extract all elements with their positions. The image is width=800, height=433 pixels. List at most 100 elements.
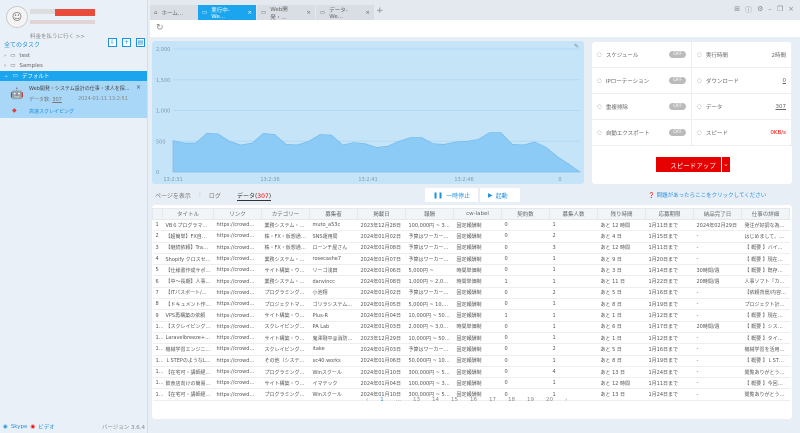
- column-header[interactable]: cw-label: [453, 208, 502, 220]
- task-item[interactable]: 🤖 Web開発・システム設計の仕事・求人を探... × データ数: 307 20…: [0, 81, 147, 118]
- pause-icon: ❚❚: [433, 191, 444, 199]
- toggle-switch[interactable]: OFF: [669, 77, 686, 84]
- table-row[interactable]: 13 ＬSTEPのようなL... https://crowdwork... その他（シ…: [152, 355, 790, 367]
- speed-up-button[interactable]: スピードアップ ⌄: [656, 157, 730, 172]
- close-icon[interactable]: ×: [365, 10, 370, 16]
- folder-test[interactable]: › ▭ test: [0, 51, 147, 61]
- column-header[interactable]: 応募期限: [645, 208, 694, 220]
- stat-5: ◌ データ 307: [692, 94, 792, 120]
- tab-task[interactable]: ▭ Web開発・... ×: [257, 5, 315, 21]
- video-icon[interactable]: ◉: [30, 424, 35, 430]
- tab-data[interactable]: ▭ データ-We... ×: [316, 5, 374, 20]
- table-row[interactable]: 4 Shopify クロスセ... https://crowdwork... 業務シス…: [152, 253, 790, 266]
- table-cell: 2024年01月06日: [357, 264, 406, 277]
- data-point: [353, 142, 355, 143]
- folder-default[interactable]: ⌄ ▭ デフォルト: [0, 71, 147, 81]
- table-cell: 【継続依頼】Trad...: [162, 242, 214, 254]
- minimize-icon[interactable]: –: [768, 5, 772, 15]
- table-cell: https://crowdwork...: [213, 287, 262, 300]
- table-row[interactable]: 11 Laravelbreeze+pa... https://crowdwork..…: [152, 332, 790, 345]
- page-1[interactable]: 1: [380, 397, 384, 403]
- tab-log[interactable]: ログ: [209, 191, 221, 201]
- table-cell: -: [693, 242, 742, 254]
- table-row[interactable]: 9 VPS再構築の依頼 https://crowdwork... サイト構築・ウェ..…: [152, 309, 790, 322]
- gift-icon[interactable]: ⊞: [734, 5, 740, 15]
- page-20[interactable]: 20: [546, 397, 553, 403]
- column-header[interactable]: 残り時間: [597, 208, 646, 220]
- avatar[interactable]: ☺: [6, 6, 28, 28]
- data-count[interactable]: 307: [52, 97, 62, 103]
- table-row[interactable]: 5 【仕様書作成サポ... https://crowdwork... サイト構築・ウェ…: [152, 264, 790, 277]
- table-cell: 【ドキュメント作...: [162, 298, 214, 311]
- chevron-down-icon[interactable]: ⌄: [721, 157, 730, 172]
- column-header[interactable]: 納品完了日: [693, 208, 742, 220]
- stat-value[interactable]: 0: [783, 78, 787, 84]
- column-header[interactable]: リンク: [213, 208, 262, 220]
- help-icon[interactable]: ⓘ: [745, 5, 752, 15]
- table-cell: 業務システム・ソ...: [261, 219, 310, 232]
- table-row[interactable]: 7 【ITパスポート/... https://crowdwork... プログラミング…: [152, 287, 790, 300]
- table-cell: 2024年01月05日: [357, 298, 406, 311]
- page-13[interactable]: 13: [413, 397, 420, 403]
- page-17[interactable]: 17: [489, 397, 496, 403]
- table-row[interactable]: 6 【中～長期】人事... https://crowdwork... 業務システム・ソ…: [152, 275, 790, 288]
- start-button[interactable]: ▶ 起動: [480, 188, 520, 202]
- folder-settings-icon[interactable]: ▤: [136, 38, 145, 47]
- toggle-switch[interactable]: OFF: [669, 51, 686, 58]
- column-header[interactable]: [152, 208, 163, 220]
- pay-link[interactable]: 料金を払うに行く >>: [30, 32, 85, 40]
- all-tasks-heading[interactable]: 全てのタスク: [4, 40, 40, 49]
- table-row[interactable]: 10 【スクレイピング... https://crowdwork... スクレイピング…: [152, 321, 790, 333]
- table-row[interactable]: 12 機械学習エンジニ... https://crowdwork... スクレイピング…: [152, 343, 790, 356]
- skype-link[interactable]: Skype: [11, 424, 28, 430]
- toggle-switch[interactable]: OFF: [669, 103, 686, 110]
- close-icon[interactable]: ×: [306, 10, 311, 16]
- tab-running[interactable]: ▭ 実行中-We... ×: [198, 5, 256, 20]
- column-header[interactable]: カテゴリー: [261, 208, 310, 220]
- restore-icon[interactable]: ❐: [777, 5, 783, 15]
- help-link[interactable]: ❓ 問題があったらここをクリックしてください: [648, 191, 766, 199]
- column-header[interactable]: 募集人数: [549, 208, 598, 220]
- refresh-icon[interactable]: ↻: [156, 23, 164, 33]
- page-14[interactable]: 14: [432, 397, 439, 403]
- tab-data-view[interactable]: データ(307): [236, 191, 272, 201]
- pause-button[interactable]: ❚❚ 一時停止: [425, 188, 479, 202]
- page-18[interactable]: 18: [508, 397, 515, 403]
- page-...[interactable]: ...: [396, 397, 401, 403]
- skype-icon[interactable]: ◉: [3, 424, 8, 430]
- table-row[interactable]: 8 【ドキュメント作... https://crowdwork... プロジェクトマネ…: [152, 298, 790, 311]
- close-window-icon[interactable]: ×: [788, 5, 794, 15]
- new-tab-button[interactable]: +: [376, 6, 384, 16]
- stat-value[interactable]: 307: [776, 104, 787, 110]
- column-header[interactable]: 掲載日: [357, 208, 406, 220]
- table-row[interactable]: 15 飲食店向けの簡易... https://crowdwork... サイト構築・ウ…: [152, 377, 790, 390]
- import-icon[interactable]: ⇩: [108, 38, 117, 47]
- table-row[interactable]: 14 【在宅可・講師経... https://crowdwork... プログラミング…: [152, 366, 790, 379]
- next-page-button[interactable]: ›: [565, 397, 567, 403]
- new-task-icon[interactable]: +: [122, 38, 131, 47]
- column-header[interactable]: 報酬: [405, 208, 454, 220]
- column-header[interactable]: 契約数: [501, 208, 550, 220]
- column-header[interactable]: 仕事の詳細: [741, 208, 790, 220]
- table-row[interactable]: 1 VB６プログラマ募... https://crowdwork... 業務システム・…: [152, 219, 790, 232]
- table-cell: 【ITパスポート/...: [162, 287, 214, 300]
- data-point: [195, 142, 196, 144]
- close-icon[interactable]: ×: [136, 84, 141, 91]
- folder-samples[interactable]: › ▭ Samples: [0, 61, 147, 71]
- stat-2: ◌ IPローテーション OFF: [592, 68, 692, 94]
- prev-page-button[interactable]: ‹: [366, 397, 368, 403]
- table-row[interactable]: 3 【継続依頼】Trad... https://crowdwork... 株・FX・仮…: [152, 242, 790, 254]
- column-header[interactable]: 募集者: [309, 208, 358, 220]
- table-row[interactable]: 2 【超簡単】FX自動... https://crowdwork... 株・FX・仮想…: [152, 230, 790, 243]
- table-cell: SNS運用局: [309, 230, 358, 243]
- gear-icon[interactable]: ⚙: [757, 5, 763, 15]
- close-icon[interactable]: ×: [247, 10, 252, 16]
- page-15[interactable]: 15: [451, 397, 458, 403]
- video-link[interactable]: ビデオ: [38, 423, 55, 431]
- column-header[interactable]: タイトル: [162, 208, 214, 220]
- edit-icon[interactable]: ✎: [574, 43, 579, 50]
- page-19[interactable]: 19: [527, 397, 534, 403]
- page-16[interactable]: 16: [470, 397, 477, 403]
- tab-page-view[interactable]: ページを表示: [155, 191, 191, 201]
- toggle-switch[interactable]: OFF: [669, 129, 686, 136]
